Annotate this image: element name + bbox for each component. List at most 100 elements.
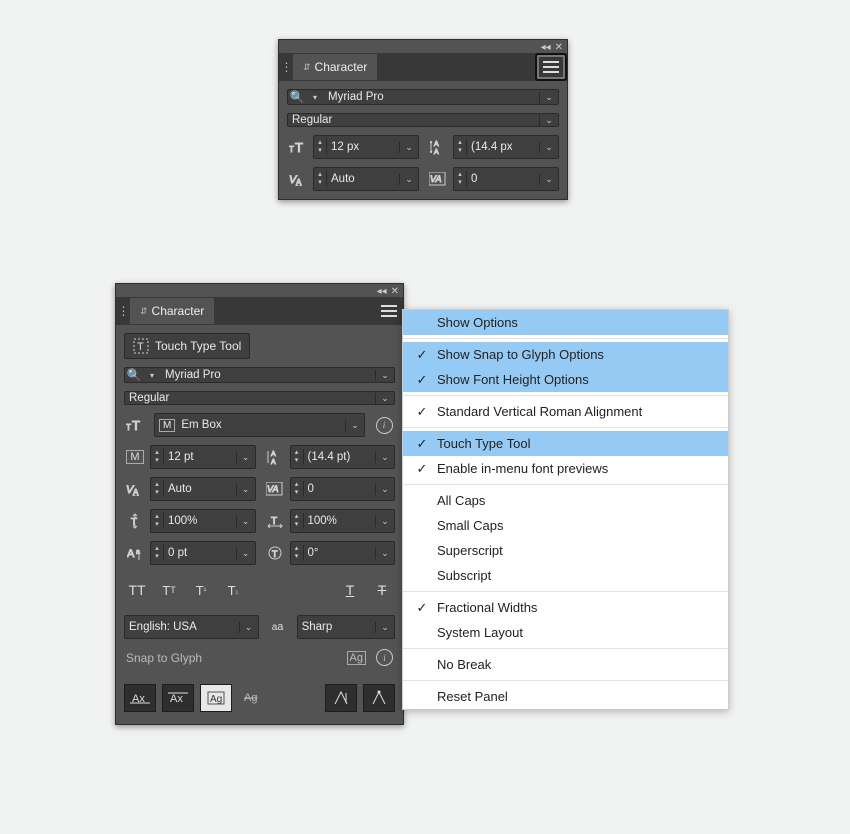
chevron-down-icon[interactable]: ⌄ <box>539 142 558 153</box>
panel-menu-button[interactable] <box>375 299 403 323</box>
menu-item[interactable]: Show Options <box>403 310 728 335</box>
chevron-down-icon[interactable]: ⌄ <box>375 516 394 527</box>
snap-angular-button[interactable] <box>325 684 357 712</box>
chevron-down-icon[interactable]: ⌄ <box>239 622 258 633</box>
stepper-icon[interactable]: ▴▾ <box>454 171 467 187</box>
vertical-scale-field[interactable]: ▴▾ 100% ⌄ <box>150 509 256 533</box>
snap-anchor-button[interactable] <box>363 684 395 712</box>
menu-item[interactable]: Superscript <box>403 538 728 563</box>
tab-expand-icon: ⇵ <box>140 306 148 317</box>
chevron-down-icon[interactable]: ⌄ <box>236 548 255 559</box>
stepper-icon[interactable]: ▴▾ <box>291 513 304 529</box>
horizontal-scale-field[interactable]: ▴▾ 100% ⌄ <box>290 509 396 533</box>
stepper-icon[interactable]: ▴▾ <box>291 481 304 497</box>
tab-character[interactable]: ⇵ Character <box>130 298 214 324</box>
leading-field[interactable]: ▴▾ (14.4 px ⌄ <box>453 135 559 159</box>
chevron-down-icon[interactable]: ⌄ <box>375 370 394 381</box>
check-icon: ✓ <box>411 461 433 477</box>
height-ref-field[interactable]: MEm Box ⌄ <box>154 413 365 437</box>
menu-item[interactable]: Subscript <box>403 563 728 588</box>
stepper-icon[interactable]: ▴▾ <box>151 545 164 561</box>
stepper-icon[interactable]: ▴▾ <box>314 171 327 187</box>
chevron-down-icon[interactable]: ⌄ <box>375 393 394 404</box>
menu-item[interactable]: ✓Show Snap to Glyph Options <box>403 342 728 367</box>
kerning-field[interactable]: ▴▾ Auto ⌄ <box>150 477 256 501</box>
antialias-field[interactable]: Sharp ⌄ <box>297 615 395 639</box>
collapse-icon[interactable]: ◂◂ <box>541 42 551 53</box>
menu-item[interactable]: System Layout <box>403 620 728 645</box>
info-icon[interactable]: i <box>373 417 395 434</box>
chevron-down-icon[interactable]: ⌄ <box>539 92 558 103</box>
chevron-down-icon[interactable]: ⌄ <box>236 484 255 495</box>
baseline-shift-value: 0 pt <box>164 547 236 559</box>
menu-item[interactable]: All Caps <box>403 488 728 513</box>
collapse-icon[interactable]: ◂◂ <box>377 286 387 297</box>
small-caps-icon[interactable]: TT <box>158 579 180 601</box>
menu-item[interactable]: Reset Panel <box>403 684 728 709</box>
chevron-down-icon[interactable]: ⌄ <box>236 516 255 527</box>
font-style-field[interactable]: Regular ⌄ <box>287 113 559 127</box>
chevron-down-icon[interactable]: ⌄ <box>539 115 558 126</box>
rotation-field[interactable]: ▴▾ 0° ⌄ <box>290 541 396 565</box>
stepper-icon[interactable]: ▴▾ <box>291 545 304 561</box>
tracking-field[interactable]: ▴▾ 0 ⌄ <box>453 167 559 191</box>
stepper-icon[interactable]: ▴▾ <box>151 449 164 465</box>
kerning-field[interactable]: ▴▾ Auto ⌄ <box>313 167 419 191</box>
stepper-icon[interactable]: ▴▾ <box>151 513 164 529</box>
superscript-icon[interactable]: T¹ <box>190 579 212 601</box>
baseline-shift-field[interactable]: ▴▾ 0 pt ⌄ <box>150 541 256 565</box>
font-size-field[interactable]: ▴▾ 12 px ⌄ <box>313 135 419 159</box>
menu-item[interactable]: ✓Enable in-menu font previews <box>403 456 728 481</box>
stepper-icon[interactable]: ▴▾ <box>151 481 164 497</box>
tab-character[interactable]: ⇵ Character <box>293 54 377 80</box>
tracking-field[interactable]: ▴▾ 0 ⌄ <box>290 477 396 501</box>
chevron-down-icon[interactable]: ⌄ <box>539 174 558 185</box>
snap-baseline-button[interactable]: Ax <box>124 684 156 712</box>
close-icon[interactable]: ✕ <box>391 286 399 297</box>
chevron-down-icon[interactable]: ⌄ <box>375 452 394 463</box>
underline-icon[interactable]: T <box>339 579 361 601</box>
tab-gripper-icon[interactable] <box>116 297 130 325</box>
snap-proximity-button[interactable]: Ag <box>238 684 268 710</box>
font-family-field[interactable]: 🔍 ▾ Myriad Pro ⌄ <box>124 367 395 383</box>
chevron-down-icon: ▾ <box>306 93 324 102</box>
glyph-preview-icon[interactable]: Ag <box>347 651 366 665</box>
menu-item[interactable]: ✓Standard Vertical Roman Alignment <box>403 399 728 424</box>
menu-item[interactable]: ✓Touch Type Tool <box>403 431 728 456</box>
stepper-icon[interactable]: ▴▾ <box>314 139 327 155</box>
panel-menu-button[interactable] <box>535 53 567 81</box>
snap-glyph-bounds-button[interactable]: Ag <box>200 684 232 712</box>
font-family-field[interactable]: 🔍 ▾ Myriad Pro ⌄ <box>287 89 559 105</box>
chevron-down-icon[interactable]: ⌄ <box>399 142 418 153</box>
menu-item[interactable]: Small Caps <box>403 513 728 538</box>
font-style-field[interactable]: Regular ⌄ <box>124 391 395 405</box>
svg-text:T: T <box>295 140 303 154</box>
subscript-icon[interactable]: T₁ <box>222 579 244 601</box>
stepper-icon[interactable]: ▴▾ <box>454 139 467 155</box>
snap-xheight-button[interactable]: Ax <box>162 684 194 712</box>
info-icon[interactable]: i <box>376 649 393 666</box>
stepper-icon[interactable]: ▴▾ <box>291 449 304 465</box>
chevron-down-icon[interactable]: ⌄ <box>375 622 394 633</box>
menu-item[interactable]: ✓Show Font Height Options <box>403 367 728 392</box>
close-icon[interactable]: ✕ <box>555 42 563 53</box>
tab-gripper-icon[interactable] <box>279 53 293 81</box>
chevron-down-icon[interactable]: ⌄ <box>399 174 418 185</box>
chevron-down-icon[interactable]: ⌄ <box>375 548 394 559</box>
svg-text:T: T <box>131 517 137 528</box>
font-style-value: Regular <box>288 114 539 126</box>
chevron-down-icon[interactable]: ⌄ <box>236 452 255 463</box>
menu-item[interactable]: No Break <box>403 652 728 677</box>
panel-flyout-menu[interactable]: Show Options✓Show Snap to Glyph Options✓… <box>402 309 729 710</box>
svg-text:VA: VA <box>430 174 442 184</box>
chevron-down-icon[interactable]: ⌄ <box>375 484 394 495</box>
language-field[interactable]: English: USA ⌄ <box>124 615 259 639</box>
touch-type-tool-button[interactable]: T Touch Type Tool <box>124 333 250 359</box>
font-size-field[interactable]: ▴▾ 12 pt ⌄ <box>150 445 256 469</box>
strikethrough-icon[interactable]: T <box>371 579 393 601</box>
all-caps-icon[interactable]: TT <box>126 579 148 601</box>
menu-item[interactable]: ✓Fractional Widths <box>403 595 728 620</box>
chevron-down-icon[interactable]: ⌄ <box>345 420 364 431</box>
antialias-icon: aa <box>267 621 289 633</box>
leading-field[interactable]: ▴▾ (14.4 pt) ⌄ <box>290 445 396 469</box>
